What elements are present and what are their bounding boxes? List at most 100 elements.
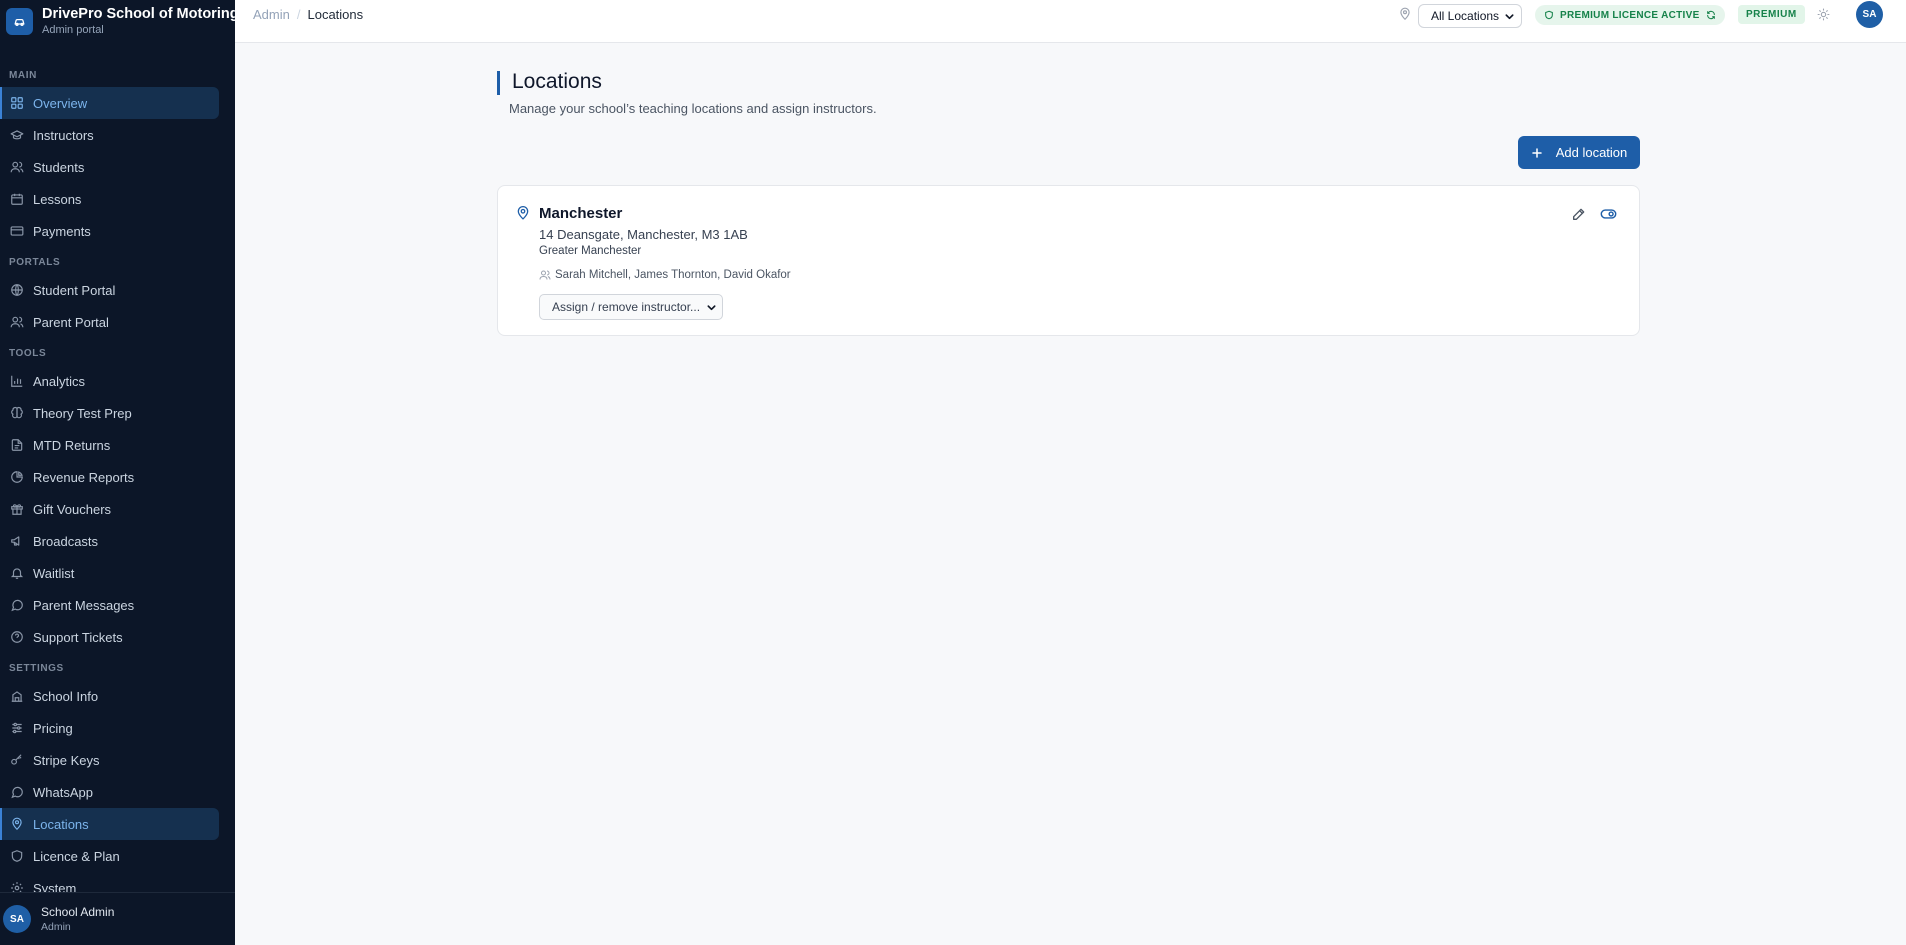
sidebar-item-label: Students: [33, 159, 85, 175]
chevron-down-icon: [1504, 11, 1515, 22]
pencil-icon[interactable]: [1571, 206, 1587, 222]
sidebar-item-gift-vouchers[interactable]: Gift Vouchers: [0, 493, 219, 525]
user-role: Admin: [41, 921, 71, 933]
sidebar-item-student-portal[interactable]: Student Portal: [0, 274, 219, 306]
help-circle-icon: [10, 630, 24, 644]
top-header: Admin / Locations All Locations PREMIUM …: [235, 0, 1906, 43]
sidebar-item-parent-messages[interactable]: Parent Messages: [0, 589, 219, 621]
building-icon: [10, 689, 24, 703]
sidebar-nav: MAIN Overview Instructors Students Lesso…: [0, 60, 235, 892]
brain-icon: [10, 406, 24, 420]
sidebar-item-theory-test-prep[interactable]: Theory Test Prep: [0, 397, 219, 429]
page-subtitle: Manage your school’s teaching locations …: [509, 101, 877, 116]
sidebar-item-lessons[interactable]: Lessons: [0, 183, 219, 215]
sidebar-item-payments[interactable]: Payments: [0, 215, 219, 247]
section-label-settings: SETTINGS: [9, 663, 64, 674]
sidebar-item-licence-plan[interactable]: Licence & Plan: [0, 840, 219, 872]
sidebar-item-label: Overview: [33, 95, 88, 111]
sidebar-item-support-tickets[interactable]: Support Tickets: [0, 621, 219, 653]
assign-instructor-select[interactable]: Assign / remove instructor...: [539, 294, 723, 320]
location-card: Manchester 14 Deansgate, Manchester, M3 …: [497, 185, 1640, 336]
location-filter-select[interactable]: All Locations: [1418, 4, 1522, 28]
sun-icon[interactable]: [1817, 8, 1830, 21]
user-profile[interactable]: SA School Admin Admin: [0, 892, 235, 945]
avatar: SA: [3, 905, 31, 933]
sidebar-item-students[interactable]: Students: [0, 151, 219, 183]
sidebar-item-label: Parent Messages: [33, 597, 135, 613]
chevron-down-icon: [706, 302, 717, 313]
sidebar-item-label: Broadcasts: [33, 533, 99, 549]
credit-card-icon: [10, 224, 24, 238]
brand[interactable]: DrivePro School of Motoring Admin portal: [6, 5, 239, 37]
sidebar-item-overview[interactable]: Overview: [0, 87, 219, 119]
sidebar-item-label: Parent Portal: [33, 314, 109, 330]
map-pin-icon: [1398, 7, 1412, 21]
user-name: School Admin: [41, 905, 115, 919]
sidebar-item-mtd-returns[interactable]: MTD Returns: [0, 429, 219, 461]
sidebar-item-revenue-reports[interactable]: Revenue Reports: [0, 461, 219, 493]
sidebar-item-system[interactable]: System: [0, 872, 219, 892]
calendar-icon: [10, 192, 24, 206]
users-icon: [10, 160, 24, 174]
section-label-portals: PORTALS: [9, 257, 61, 268]
sidebar-item-locations[interactable]: Locations: [0, 808, 219, 840]
sidebar-item-label: Waitlist: [33, 565, 75, 581]
message-circle-icon: [10, 785, 24, 799]
car-icon: [6, 7, 33, 35]
sidebar-item-analytics[interactable]: Analytics: [0, 365, 219, 397]
sliders-icon: [10, 721, 24, 735]
section-label-tools: TOOLS: [9, 348, 47, 359]
file-text-icon: [10, 438, 24, 452]
assigned-instructors: Sarah Mitchell, James Thornton, David Ok…: [539, 269, 791, 281]
add-location-label: Add location: [1555, 145, 1628, 160]
sidebar: DrivePro School of Motoring Admin portal…: [0, 0, 239, 945]
sidebar-item-label: Lessons: [33, 191, 82, 207]
sidebar-item-broadcasts[interactable]: Broadcasts: [0, 525, 219, 557]
map-pin-icon: [516, 205, 530, 221]
sidebar-item-waitlist[interactable]: Waitlist: [0, 557, 219, 589]
sidebar-item-whatsapp[interactable]: WhatsApp: [0, 776, 219, 808]
shield-icon: [1544, 10, 1554, 20]
location-filter-value: All Locations: [1431, 9, 1500, 23]
breadcrumb-current: Locations: [307, 7, 364, 22]
sidebar-item-label: Pricing: [33, 720, 73, 736]
sidebar-item-label: Payments: [33, 223, 91, 239]
location-region: Greater Manchester: [539, 245, 642, 257]
sidebar-item-school-info[interactable]: School Info: [0, 680, 219, 712]
sidebar-item-pricing[interactable]: Pricing: [0, 712, 219, 744]
licence-status-text: PREMIUM LICENCE ACTIVE: [1560, 9, 1700, 21]
breadcrumb-admin[interactable]: Admin: [253, 7, 290, 22]
instructor-names: Sarah Mitchell, James Thornton, David Ok…: [555, 269, 791, 281]
refresh-icon[interactable]: [1706, 10, 1716, 20]
brand-subtitle: Admin portal: [42, 24, 104, 36]
title-accent-bar: [497, 71, 500, 95]
avatar[interactable]: SA: [1856, 1, 1883, 28]
location-address: 14 Deansgate, Manchester, M3 1AB: [539, 227, 748, 242]
sidebar-item-stripe-keys[interactable]: Stripe Keys: [0, 744, 219, 776]
sidebar-item-parent-portal[interactable]: Parent Portal: [0, 306, 219, 338]
toggle-icon[interactable]: [1600, 206, 1617, 222]
key-icon: [10, 753, 24, 767]
section-label-main: MAIN: [9, 70, 37, 81]
licence-status-badge[interactable]: PREMIUM LICENCE ACTIVE: [1535, 5, 1725, 25]
breadcrumb-separator: /: [296, 7, 301, 22]
location-name: Manchester: [539, 205, 623, 222]
sidebar-item-instructors[interactable]: Instructors: [0, 119, 219, 151]
globe-icon: [10, 283, 24, 297]
plus-icon: [1531, 147, 1543, 159]
sidebar-item-label: System: [33, 880, 77, 893]
sidebar-item-label: Gift Vouchers: [33, 501, 112, 517]
sidebar-item-label: Analytics: [33, 373, 86, 389]
pie-chart-icon: [10, 470, 24, 484]
add-location-button[interactable]: Add location: [1518, 136, 1640, 169]
sidebar-item-label: School Info: [33, 688, 99, 704]
sidebar-item-label: Locations: [33, 816, 89, 832]
plan-badge: PREMIUM: [1738, 5, 1805, 24]
grid-icon: [10, 96, 24, 110]
map-pin-icon: [10, 817, 24, 831]
sidebar-item-label: Stripe Keys: [33, 752, 100, 768]
sidebar-item-label: WhatsApp: [33, 784, 93, 800]
sidebar-item-label: MTD Returns: [33, 437, 111, 453]
sidebar-item-label: Instructors: [33, 127, 94, 143]
gift-icon: [10, 502, 24, 516]
